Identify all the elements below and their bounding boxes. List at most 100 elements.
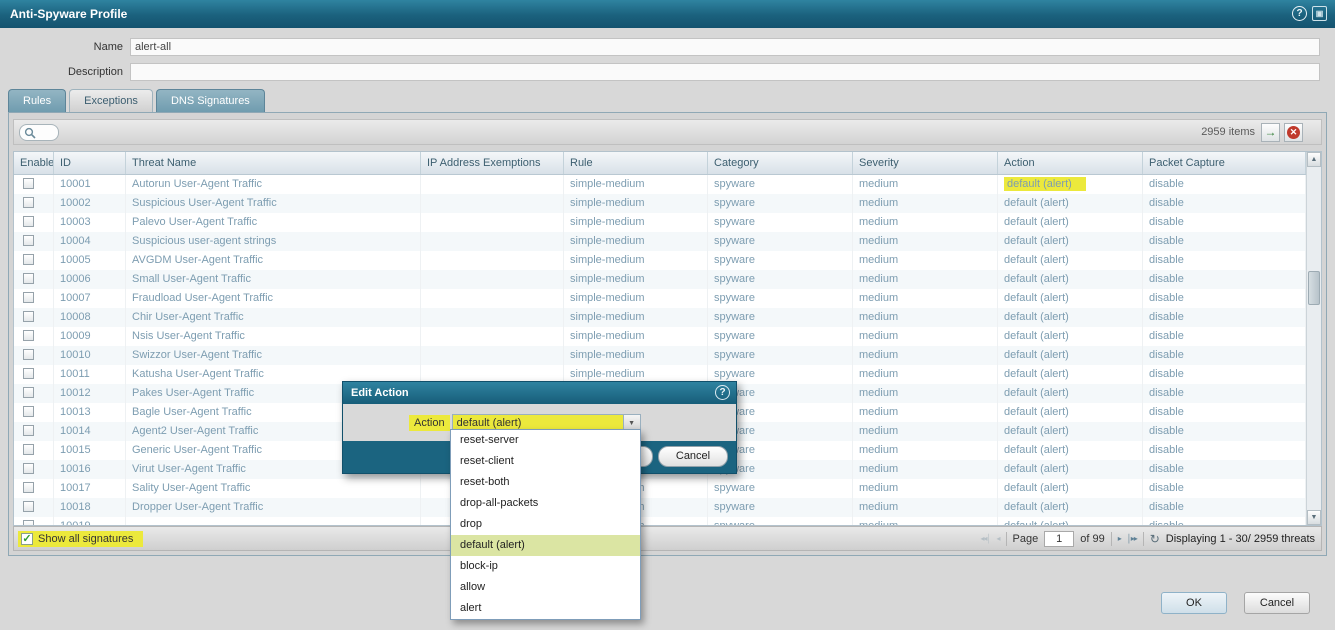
enable-checkbox[interactable]	[23, 235, 34, 246]
threat-cell[interactable]: Swizzor User-Agent Traffic	[126, 346, 421, 365]
table-row[interactable]: 10018Dropper User-Agent Trafficsimple-me…	[14, 498, 1306, 517]
enable-checkbox[interactable]	[23, 273, 34, 284]
show-all-signatures[interactable]: ✓ Show all signatures	[18, 531, 143, 547]
help-icon[interactable]: ?	[1292, 6, 1307, 21]
enable-checkbox[interactable]	[23, 501, 34, 512]
column-header-ip-address-exemptions[interactable]: IP Address Exemptions	[421, 152, 564, 174]
dropdown-option[interactable]: reset-server	[451, 430, 640, 451]
name-input[interactable]	[130, 38, 1320, 56]
table-row[interactable]: 10001Autorun User-Agent Trafficsimple-me…	[14, 175, 1306, 194]
table-row[interactable]: 10002Suspicious User-Agent Trafficsimple…	[14, 194, 1306, 213]
vertical-scrollbar[interactable]: ▲ ▼	[1306, 152, 1321, 525]
action-cell[interactable]: default (alert)	[998, 270, 1143, 289]
threat-cell[interactable]	[126, 517, 421, 525]
enable-checkbox[interactable]	[23, 368, 34, 379]
refresh-icon[interactable]: ↻	[1150, 532, 1160, 546]
action-cell[interactable]: default (alert)	[998, 213, 1143, 232]
table-row[interactable]: 10009Nsis User-Agent Trafficsimple-mediu…	[14, 327, 1306, 346]
table-row[interactable]: 10003Palevo User-Agent Trafficsimple-med…	[14, 213, 1306, 232]
tab-dns-signatures[interactable]: DNS Signatures	[156, 89, 265, 113]
action-cell[interactable]: default (alert)	[998, 232, 1143, 251]
table-row[interactable]: 10007Fraudload User-Agent Trafficsimple-…	[14, 289, 1306, 308]
page-number-input[interactable]	[1044, 531, 1074, 547]
dropdown-option[interactable]: block-ip	[451, 556, 640, 577]
column-header-category[interactable]: Category	[708, 152, 853, 174]
scrollbar-up-button[interactable]: ▲	[1307, 152, 1321, 167]
scrollbar-down-button[interactable]: ▼	[1307, 510, 1321, 525]
column-header-action[interactable]: Action	[998, 152, 1143, 174]
enable-checkbox[interactable]	[23, 425, 34, 436]
threat-cell[interactable]: Fraudload User-Agent Traffic	[126, 289, 421, 308]
action-cell[interactable]: default (alert)	[998, 403, 1143, 422]
action-cell[interactable]: default (alert)	[998, 441, 1143, 460]
table-row[interactable]: 10008Chir User-Agent Trafficsimple-mediu…	[14, 308, 1306, 327]
threat-cell[interactable]: Palevo User-Agent Traffic	[126, 213, 421, 232]
action-cell[interactable]: default (alert)	[998, 346, 1143, 365]
enable-checkbox[interactable]	[23, 311, 34, 322]
dropdown-option[interactable]: drop	[451, 514, 640, 535]
action-cell[interactable]: default (alert)	[998, 517, 1143, 525]
threat-cell[interactable]: Small User-Agent Traffic	[126, 270, 421, 289]
action-cell[interactable]: default (alert)	[998, 289, 1143, 308]
cancel-button[interactable]: Cancel	[1244, 592, 1310, 614]
dropdown-option[interactable]: alert	[451, 598, 640, 619]
table-row[interactable]: 10006Small User-Agent Trafficsimple-medi…	[14, 270, 1306, 289]
action-cell[interactable]: default (alert)	[998, 422, 1143, 441]
enable-checkbox[interactable]	[23, 463, 34, 474]
table-row[interactable]: 10010Swizzor User-Agent Trafficsimple-me…	[14, 346, 1306, 365]
dropdown-option[interactable]: drop-all-packets	[451, 493, 640, 514]
enable-checkbox[interactable]	[23, 197, 34, 208]
next-page-button[interactable]: ▸	[1118, 534, 1121, 543]
action-cell[interactable]: default (alert)	[998, 498, 1143, 517]
tab-rules[interactable]: Rules	[8, 89, 66, 113]
action-cell[interactable]: default (alert)	[998, 194, 1143, 213]
threat-cell[interactable]: Autorun User-Agent Traffic	[126, 175, 421, 194]
table-row[interactable]: 10019simple-mediumspywaremediumdefault (…	[14, 517, 1306, 525]
enable-checkbox[interactable]	[23, 216, 34, 227]
table-row[interactable]: 10005AVGDM User-Agent Trafficsimple-medi…	[14, 251, 1306, 270]
threat-cell[interactable]: Suspicious user-agent strings	[126, 232, 421, 251]
dropdown-option[interactable]: allow	[451, 577, 640, 598]
clear-filter-button[interactable]: ✕	[1284, 123, 1303, 142]
dropdown-option[interactable]: reset-client	[451, 451, 640, 472]
column-header-id[interactable]: ID	[54, 152, 126, 174]
pin-icon[interactable]: ▣	[1312, 6, 1327, 21]
action-cell[interactable]: default (alert)	[998, 365, 1143, 384]
column-header-rule[interactable]: Rule	[564, 152, 708, 174]
action-cell[interactable]: default (alert)	[998, 384, 1143, 403]
threat-cell[interactable]: Nsis User-Agent Traffic	[126, 327, 421, 346]
ok-button[interactable]: OK	[1161, 592, 1227, 614]
action-cell[interactable]: default (alert)	[998, 251, 1143, 270]
column-header-packet-capture[interactable]: Packet Capture	[1143, 152, 1306, 174]
scrollbar-thumb[interactable]	[1308, 271, 1320, 305]
action-cell[interactable]: default (alert)	[998, 327, 1143, 346]
enable-checkbox[interactable]	[23, 349, 34, 360]
enable-checkbox[interactable]	[23, 520, 34, 525]
threat-cell[interactable]: Dropper User-Agent Traffic	[126, 498, 421, 517]
enable-checkbox[interactable]	[23, 254, 34, 265]
dropdown-option[interactable]: reset-both	[451, 472, 640, 493]
column-header-severity[interactable]: Severity	[853, 152, 998, 174]
dropdown-option[interactable]: default (alert)	[451, 535, 640, 556]
action-cell[interactable]: default (alert)	[998, 308, 1143, 327]
enable-checkbox[interactable]	[23, 387, 34, 398]
first-page-button[interactable]: ◂◂│	[980, 534, 990, 543]
action-cell[interactable]: default (alert)	[998, 460, 1143, 479]
enable-checkbox[interactable]	[23, 178, 34, 189]
tab-exceptions[interactable]: Exceptions	[69, 89, 153, 113]
apply-filter-button[interactable]: →	[1261, 123, 1280, 142]
show-all-signatures-checkbox[interactable]: ✓	[21, 533, 33, 545]
enable-checkbox[interactable]	[23, 330, 34, 341]
help-icon[interactable]: ?	[715, 385, 730, 400]
enable-checkbox[interactable]	[23, 482, 34, 493]
enable-checkbox[interactable]	[23, 406, 34, 417]
enable-checkbox[interactable]	[23, 444, 34, 455]
action-cell[interactable]: default (alert)	[998, 479, 1143, 498]
table-row[interactable]: 10004Suspicious user-agent stringssimple…	[14, 232, 1306, 251]
threat-cell[interactable]: AVGDM User-Agent Traffic	[126, 251, 421, 270]
prev-page-button[interactable]: ◂	[997, 534, 1000, 543]
enable-checkbox[interactable]	[23, 292, 34, 303]
threat-cell[interactable]: Suspicious User-Agent Traffic	[126, 194, 421, 213]
description-input[interactable]	[130, 63, 1320, 81]
last-page-button[interactable]: │▸▸	[1127, 534, 1137, 543]
